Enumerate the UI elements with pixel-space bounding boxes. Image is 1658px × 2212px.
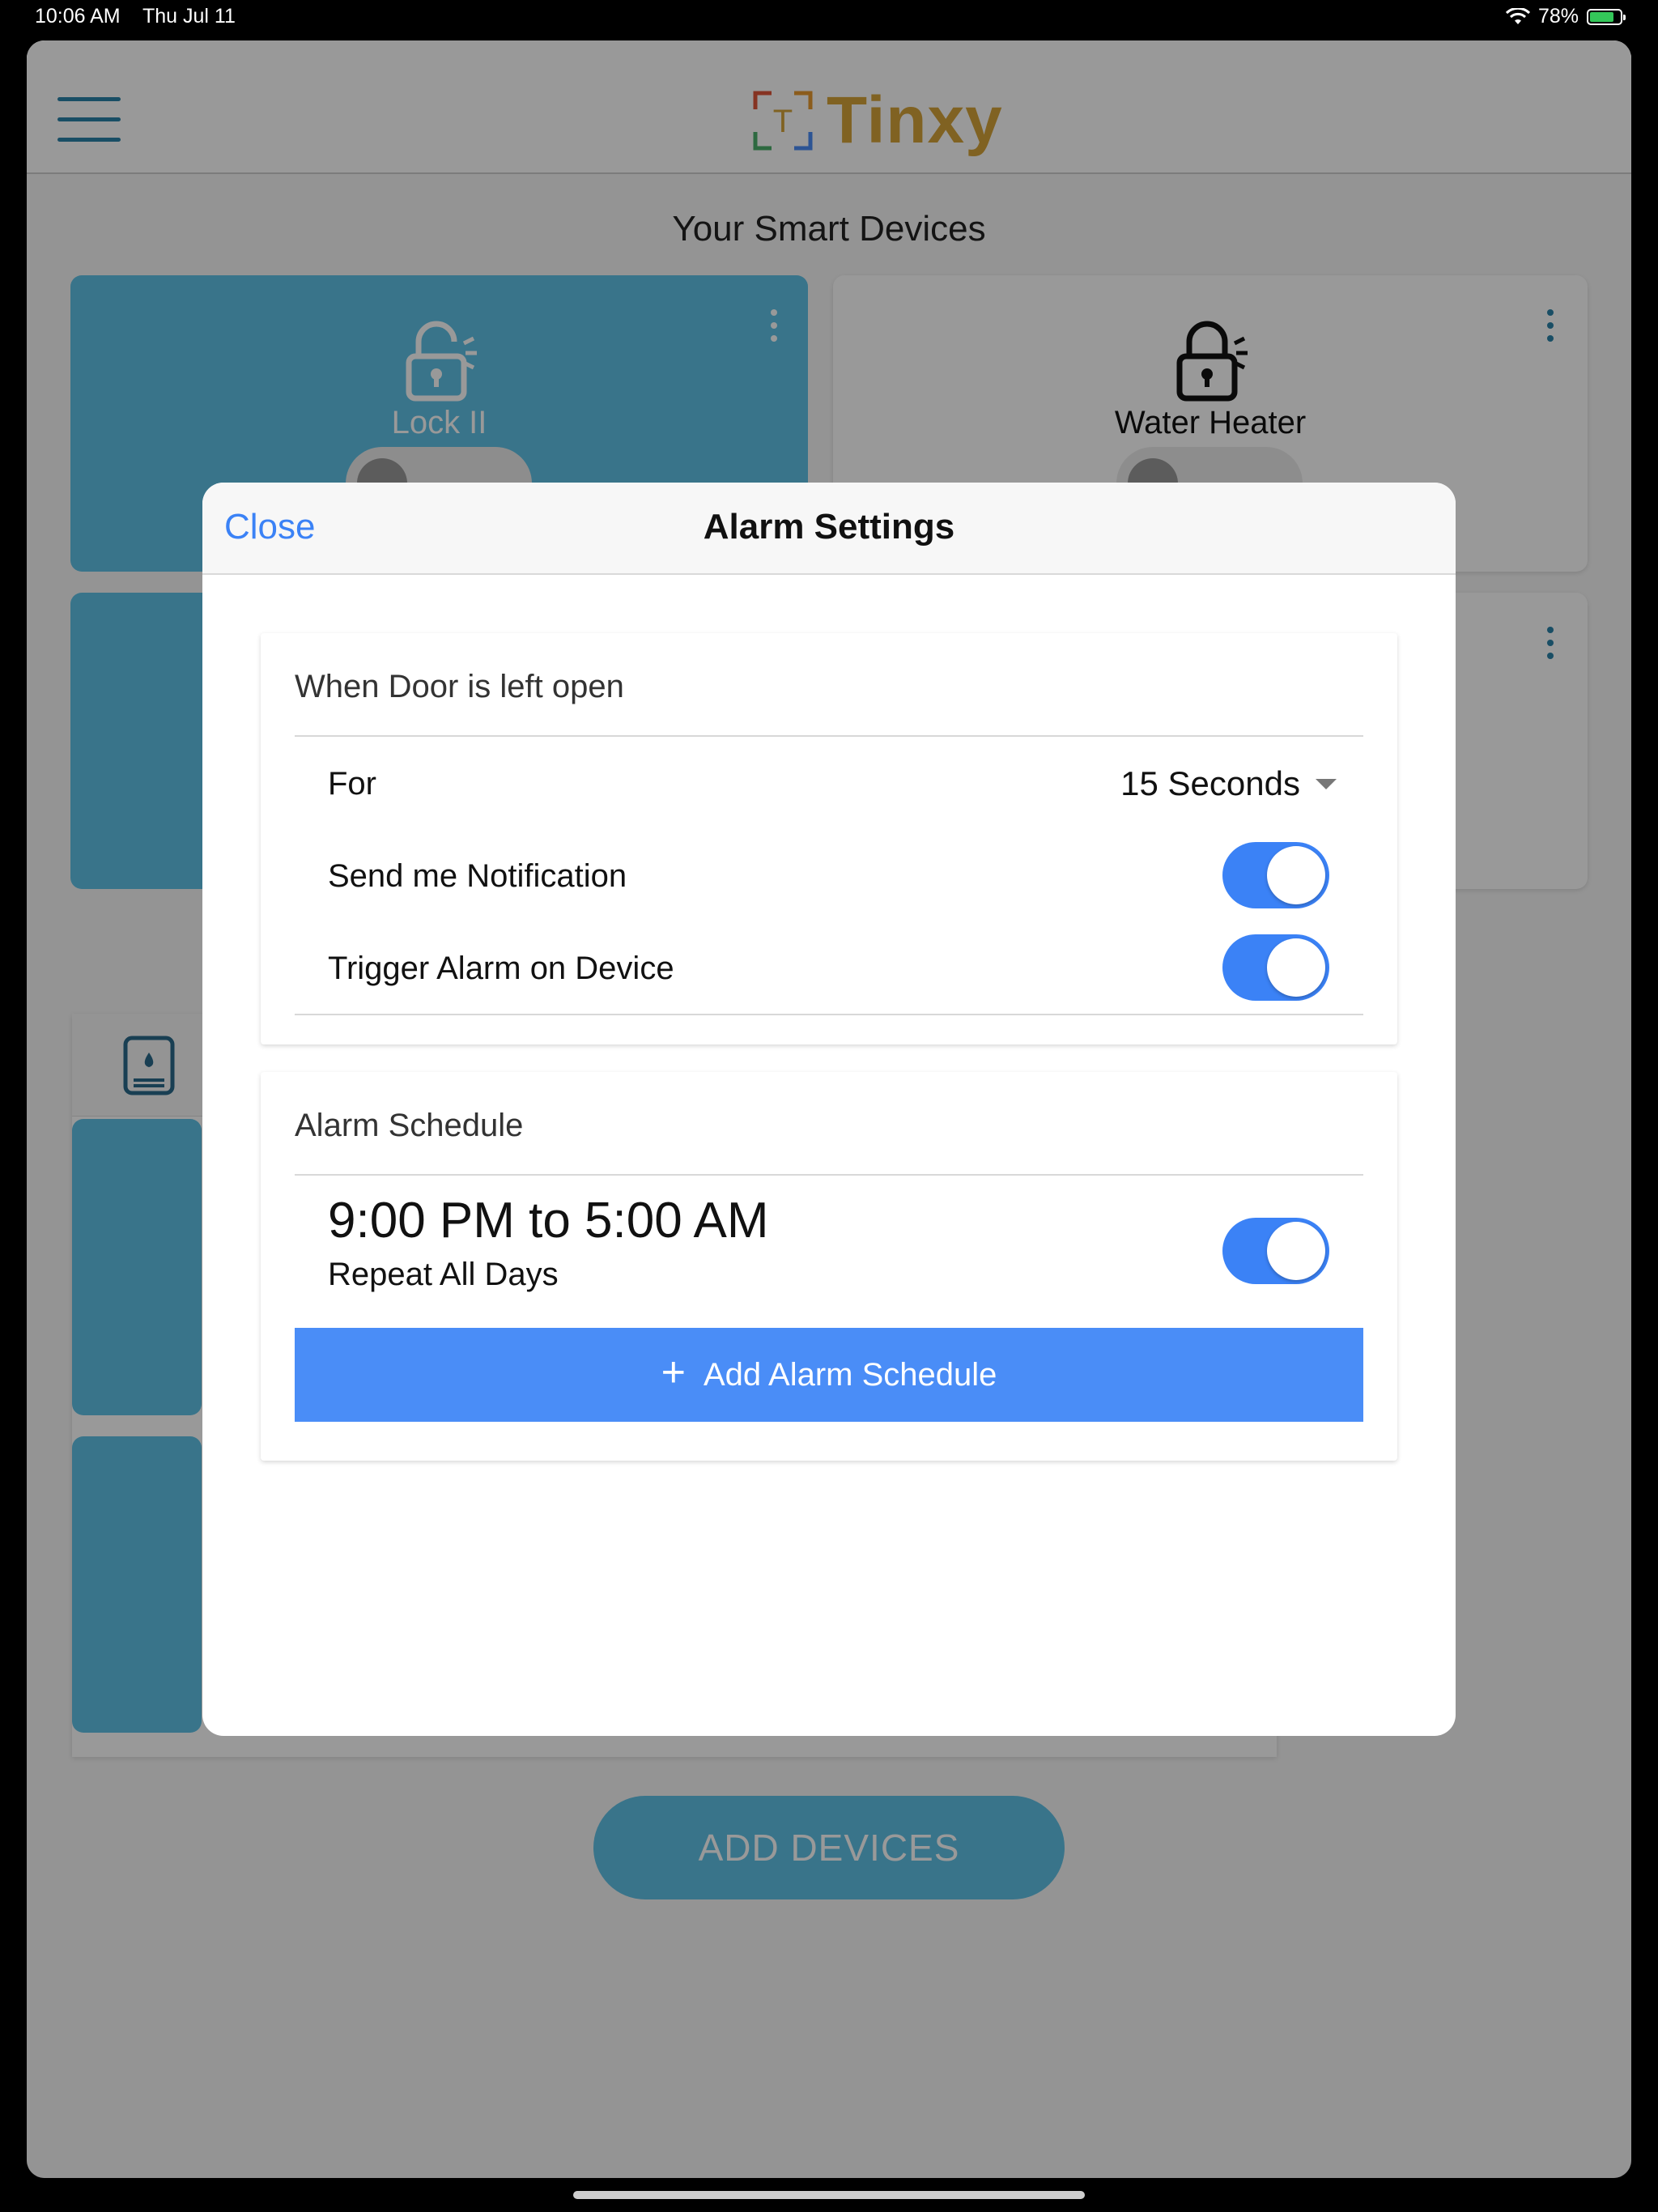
modal-title: Alarm Settings	[703, 507, 955, 547]
section-title: When Door is left open	[295, 669, 624, 704]
divider	[295, 1014, 1363, 1015]
status-time: 10:06 AM	[35, 5, 121, 28]
status-bar: 10:06 AM Thu Jul 11 78%	[0, 0, 1658, 36]
schedule-repeat: Repeat All Days	[328, 1257, 559, 1292]
trigger-alarm-toggle[interactable]	[1222, 934, 1329, 1001]
chevron-down-icon[interactable]	[1316, 779, 1337, 789]
for-label: For	[328, 766, 376, 802]
battery-percent: 78%	[1537, 5, 1579, 28]
alarm-schedule-section: Alarm Schedule 9:00 PM to 5:00 AM Repeat…	[261, 1072, 1397, 1461]
home-indicator	[573, 2191, 1085, 2199]
section-title: Alarm Schedule	[295, 1108, 524, 1143]
schedule-time[interactable]: 9:00 PM to 5:00 AM	[328, 1192, 769, 1249]
plus-icon: +	[661, 1349, 686, 1396]
status-date: Thu Jul 11	[142, 5, 236, 28]
alarm-settings-modal: Close Alarm Settings When Door is left o…	[202, 483, 1456, 1736]
notification-toggle[interactable]	[1222, 842, 1329, 908]
modal-header: Close Alarm Settings	[202, 483, 1456, 575]
duration-select[interactable]: 15 Seconds	[1120, 764, 1300, 803]
notification-label: Send me Notification	[328, 858, 627, 894]
door-open-section: When Door is left open For 15 Seconds Se…	[261, 633, 1397, 1044]
add-alarm-schedule-label: Add Alarm Schedule	[703, 1356, 997, 1393]
divider	[295, 735, 1363, 737]
divider	[295, 1174, 1363, 1176]
trigger-alarm-label: Trigger Alarm on Device	[328, 951, 674, 986]
wifi-icon	[1505, 7, 1530, 24]
add-alarm-schedule-button[interactable]: + Add Alarm Schedule	[295, 1328, 1363, 1422]
status-right: 78%	[1505, 5, 1626, 28]
schedule-toggle[interactable]	[1222, 1218, 1329, 1284]
battery-icon	[1587, 8, 1626, 25]
